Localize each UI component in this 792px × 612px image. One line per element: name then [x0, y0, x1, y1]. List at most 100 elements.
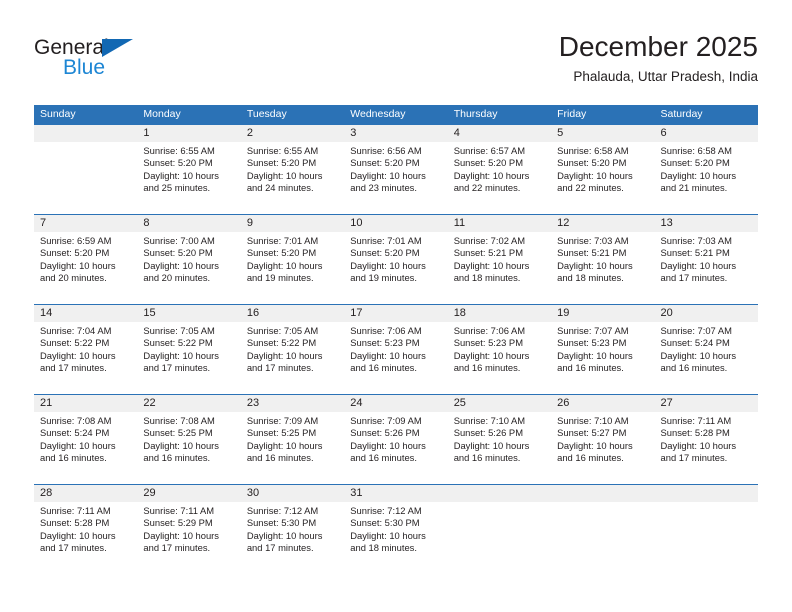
day-number: 15: [143, 307, 156, 319]
title-block: December 2025 Phalauda, Uttar Pradesh, I…: [559, 30, 758, 87]
daylight-text-line2: and 16 minutes.: [350, 361, 417, 373]
daylight-text-line1: Daylight: 10 hours: [40, 259, 116, 271]
day-cell[interactable]: 31 Sunrise: 7:12 AM Sunset: 5:30 PM Dayl…: [344, 485, 448, 574]
day-details: Sunrise: 7:11 AM Sunset: 5:28 PM Dayligh…: [655, 412, 758, 464]
day-number: 11: [453, 217, 466, 229]
day-number: 27: [660, 397, 673, 409]
day-number: 3: [350, 127, 357, 139]
sunrise-text: Sunrise: 7:08 AM: [40, 415, 112, 426]
sunset-text: Sunset: 5:27 PM: [557, 427, 627, 439]
day-cell[interactable]: 10 Sunrise: 7:01 AM Sunset: 5:20 PM Dayl…: [344, 215, 448, 304]
day-cell[interactable]: 24 Sunrise: 7:09 AM Sunset: 5:26 PM Dayl…: [344, 395, 448, 484]
sunset-text: Sunset: 5:21 PM: [453, 247, 523, 259]
day-details: Sunrise: 7:10 AM Sunset: 5:27 PM Dayligh…: [551, 412, 654, 464]
day-details: Sunrise: 7:04 AM Sunset: 5:22 PM Dayligh…: [34, 322, 137, 374]
day-cell[interactable]: 4 Sunrise: 6:57 AM Sunset: 5:20 PM Dayli…: [447, 125, 552, 214]
daylight-text-line2: and 16 minutes.: [453, 361, 521, 373]
daylight-text-line1: Daylight: 10 hours: [40, 349, 116, 361]
sunrise-text: Sunrise: 7:01 AM: [246, 235, 319, 246]
sunset-text: Sunset: 5:20 PM: [350, 247, 420, 259]
day-cell: [551, 485, 655, 574]
sunset-text: Sunset: 5:20 PM: [453, 157, 523, 169]
sunrise-text: Sunrise: 7:10 AM: [453, 415, 526, 426]
daylight-text-line2: and 18 minutes.: [350, 541, 417, 553]
calendar-week-row: 14 Sunrise: 7:04 AM Sunset: 5:22 PM Dayl…: [34, 304, 758, 394]
day-cell[interactable]: 23 Sunrise: 7:09 AM Sunset: 5:25 PM Dayl…: [240, 395, 345, 484]
day-cell[interactable]: 28 Sunrise: 7:11 AM Sunset: 5:28 PM Dayl…: [34, 485, 138, 574]
day-cell[interactable]: 3 Sunrise: 6:56 AM Sunset: 5:20 PM Dayli…: [344, 125, 448, 214]
sunset-text: Sunset: 5:23 PM: [557, 337, 627, 349]
day-details: Sunrise: 7:09 AM Sunset: 5:25 PM Dayligh…: [241, 412, 344, 464]
day-details: [551, 502, 654, 505]
daylight-text-line1: Daylight: 10 hours: [557, 169, 633, 181]
daylight-text-line2: and 23 minutes.: [350, 181, 417, 193]
day-details: Sunrise: 6:58 AM Sunset: 5:20 PM Dayligh…: [551, 142, 654, 194]
day-number: 24: [350, 397, 363, 409]
day-number: 29: [143, 487, 156, 499]
daylight-text-line1: Daylight: 10 hours: [660, 439, 737, 451]
sunrise-text: Sunrise: 7:02 AM: [453, 235, 526, 246]
day-cell[interactable]: 22 Sunrise: 7:08 AM Sunset: 5:25 PM Dayl…: [137, 395, 241, 484]
sunrise-text: Sunrise: 6:55 AM: [143, 145, 215, 156]
daylight-text-line2: and 17 minutes.: [40, 541, 107, 553]
day-details: Sunrise: 7:07 AM Sunset: 5:24 PM Dayligh…: [655, 322, 758, 374]
day-cell: [34, 125, 138, 214]
daylight-text-line1: Daylight: 10 hours: [660, 349, 737, 361]
daylight-text-line2: and 19 minutes.: [350, 271, 417, 283]
day-number: 18: [453, 307, 466, 319]
day-cell[interactable]: 26 Sunrise: 7:10 AM Sunset: 5:27 PM Dayl…: [551, 395, 655, 484]
day-cell[interactable]: 7 Sunrise: 6:59 AM Sunset: 5:20 PM Dayli…: [34, 215, 138, 304]
day-cell[interactable]: 16 Sunrise: 7:05 AM Sunset: 5:22 PM Dayl…: [240, 305, 345, 394]
daylight-text-line1: Daylight: 10 hours: [350, 259, 426, 271]
day-cell[interactable]: 9 Sunrise: 7:01 AM Sunset: 5:20 PM Dayli…: [240, 215, 345, 304]
daylight-text-line2: and 16 minutes.: [557, 361, 624, 373]
day-cell[interactable]: 12 Sunrise: 7:03 AM Sunset: 5:21 PM Dayl…: [551, 215, 655, 304]
day-cell[interactable]: 18 Sunrise: 7:06 AM Sunset: 5:23 PM Dayl…: [447, 305, 552, 394]
daylight-text-line2: and 16 minutes.: [350, 451, 417, 463]
day-cell[interactable]: 17 Sunrise: 7:06 AM Sunset: 5:23 PM Dayl…: [344, 305, 448, 394]
sunset-text: Sunset: 5:20 PM: [246, 157, 317, 169]
day-number: 4: [453, 127, 460, 139]
daylight-text-line1: Daylight: 10 hours: [453, 169, 530, 181]
day-cell[interactable]: 2 Sunrise: 6:55 AM Sunset: 5:20 PM Dayli…: [240, 125, 345, 214]
day-cell[interactable]: 29 Sunrise: 7:11 AM Sunset: 5:29 PM Dayl…: [137, 485, 241, 574]
daylight-text-line2: and 22 minutes.: [453, 181, 521, 193]
day-cell[interactable]: 19 Sunrise: 7:07 AM Sunset: 5:23 PM Dayl…: [551, 305, 655, 394]
sunset-text: Sunset: 5:24 PM: [40, 427, 110, 439]
day-number: 10: [350, 217, 363, 229]
day-cell[interactable]: 11 Sunrise: 7:02 AM Sunset: 5:21 PM Dayl…: [447, 215, 552, 304]
day-details: Sunrise: 6:57 AM Sunset: 5:20 PM Dayligh…: [448, 142, 551, 194]
daylight-text-line1: Daylight: 10 hours: [246, 529, 323, 541]
day-cell[interactable]: 1 Sunrise: 6:55 AM Sunset: 5:20 PM Dayli…: [137, 125, 241, 214]
day-number: 17: [350, 307, 363, 319]
sunset-text: Sunset: 5:29 PM: [143, 517, 213, 529]
day-cell[interactable]: 8 Sunrise: 7:00 AM Sunset: 5:20 PM Dayli…: [137, 215, 241, 304]
day-details: Sunrise: 7:02 AM Sunset: 5:21 PM Dayligh…: [448, 232, 551, 284]
day-number: 25: [453, 397, 466, 409]
sunset-text: Sunset: 5:20 PM: [143, 157, 213, 169]
day-cell[interactable]: 27 Sunrise: 7:11 AM Sunset: 5:28 PM Dayl…: [654, 395, 758, 484]
sunrise-text: Sunrise: 7:11 AM: [143, 505, 215, 516]
day-cell[interactable]: 15 Sunrise: 7:05 AM Sunset: 5:22 PM Dayl…: [137, 305, 241, 394]
daylight-text-line1: Daylight: 10 hours: [143, 349, 219, 361]
sunrise-text: Sunrise: 7:07 AM: [557, 325, 629, 336]
day-details: Sunrise: 6:59 AM Sunset: 5:20 PM Dayligh…: [34, 232, 137, 284]
day-cell[interactable]: 13 Sunrise: 7:03 AM Sunset: 5:21 PM Dayl…: [654, 215, 758, 304]
daylight-text-line2: and 17 minutes.: [660, 451, 728, 463]
daylight-text-line2: and 18 minutes.: [453, 271, 521, 283]
sunset-text: Sunset: 5:23 PM: [453, 337, 523, 349]
day-cell[interactable]: 6 Sunrise: 6:58 AM Sunset: 5:20 PM Dayli…: [654, 125, 758, 214]
sunset-text: Sunset: 5:26 PM: [453, 427, 523, 439]
day-cell[interactable]: 25 Sunrise: 7:10 AM Sunset: 5:26 PM Dayl…: [447, 395, 552, 484]
day-details: Sunrise: 7:05 AM Sunset: 5:22 PM Dayligh…: [241, 322, 344, 374]
day-cell[interactable]: 21 Sunrise: 7:08 AM Sunset: 5:24 PM Dayl…: [34, 395, 138, 484]
daylight-text-line1: Daylight: 10 hours: [350, 439, 426, 451]
sunrise-text: Sunrise: 6:55 AM: [246, 145, 319, 156]
day-cell[interactable]: 20 Sunrise: 7:07 AM Sunset: 5:24 PM Dayl…: [654, 305, 758, 394]
day-cell[interactable]: 14 Sunrise: 7:04 AM Sunset: 5:22 PM Dayl…: [34, 305, 138, 394]
daylight-text-line2: and 20 minutes.: [40, 271, 107, 283]
weekday-friday: Friday: [557, 108, 587, 120]
day-cell[interactable]: 30 Sunrise: 7:12 AM Sunset: 5:30 PM Dayl…: [240, 485, 345, 574]
day-cell[interactable]: 5 Sunrise: 6:58 AM Sunset: 5:20 PM Dayli…: [551, 125, 655, 214]
day-cell: [654, 485, 758, 574]
